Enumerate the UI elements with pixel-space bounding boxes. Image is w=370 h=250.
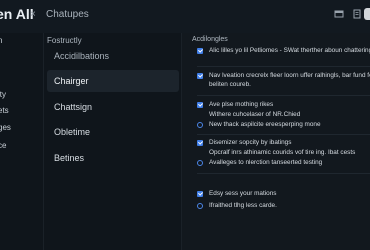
document-icon[interactable] [351,9,363,21]
option-label: Ifraithed tlhg less carde. [209,202,277,209]
sidebar: n l ity ets ges ce [0,33,43,250]
category-item[interactable]: Accidilbations [47,45,179,67]
category-item[interactable]: Chattsign [47,96,179,118]
checkbox-checked[interactable] [197,48,203,54]
option-label: Edsy sess your mations [209,190,277,197]
category-heading: Fostructly [47,36,82,45]
radio-button[interactable] [197,122,203,128]
avatar[interactable] [364,8,370,20]
category-item[interactable]: Betines [47,147,179,169]
close-icon[interactable]: × [30,9,36,20]
option-label: Nav lveation crecrelx fleer loorn uffer … [209,72,370,79]
sidebar-item-6[interactable]: ce [0,141,6,150]
settings-window: en All × Chatupes n l ity ets ges ce Fos… [0,0,370,250]
checkbox-checked[interactable] [197,191,203,197]
sidebar-item-5[interactable]: ges [0,123,11,132]
category-item-selected[interactable]: Chairger [47,70,179,92]
divider [197,95,370,96]
option-detail: Withere cuhcelaser of NR.Chied [209,111,301,118]
checkbox-checked[interactable] [197,140,203,146]
option-label: Ave plse mothing rikes [209,101,274,108]
window-icon[interactable] [333,9,345,21]
sidebar-item-3[interactable]: ity [0,90,6,99]
tab-title[interactable]: Chatupes [46,9,89,20]
option-detail: beliten coureb. [209,81,251,88]
options-heading: Acdilongles [192,36,228,43]
checkbox-checked[interactable] [197,102,203,108]
window-title: en All [0,6,34,22]
divider [197,134,370,135]
option-label: Alic lilles yo lil Petliomes - SWat ther… [209,47,370,54]
option-label: Avalleges to nlerction tanseerted testin… [209,159,323,166]
sidebar-item-1[interactable]: n [0,36,2,45]
option-label: New thack aspilcite ereesperping mone [209,121,321,128]
top-bar: en All × Chatupes [0,0,370,34]
checkbox-checked[interactable] [197,73,203,79]
option-detail: Opcralf inrs athinamic courids vof tire … [209,149,356,156]
option-label: Disemizer sopcity by ibatings [209,139,292,146]
divider [197,173,370,174]
radio-button[interactable] [197,160,203,166]
radio-button[interactable] [197,203,203,209]
options-panel: Acdilongles Alic lilles yo lil Petliomes… [181,33,370,250]
category-item[interactable]: Obletime [47,121,179,143]
divider [197,66,370,67]
category-list: Fostructly Accidilbations Chairger Chatt… [43,33,181,250]
sidebar-item-4[interactable]: ets [0,106,9,115]
